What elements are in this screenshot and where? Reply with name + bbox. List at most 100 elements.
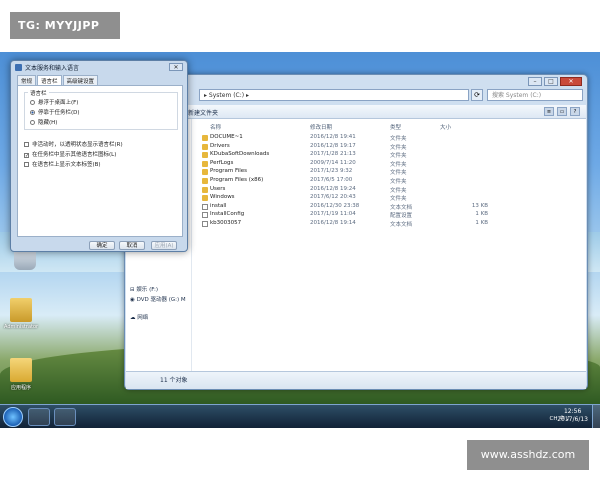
file-date: 2016/12/8 19:24 xyxy=(310,185,356,192)
explorer-window: – □ ✕ ▸ System (C:) ▸ ⟳ 搜索 System (C:) 新… xyxy=(124,74,588,390)
file-name: kb3003057 xyxy=(210,220,242,226)
radio-icon xyxy=(30,100,35,105)
overlay-watermark: www.asshdz.com xyxy=(467,440,589,470)
column-header-size[interactable]: 大小 xyxy=(440,123,451,131)
desktop-icon-user-folder[interactable]: Administrator xyxy=(4,298,38,330)
taskbar: CH 中 ♪ 12:56 2017/6/13 xyxy=(0,404,600,428)
check-transparent[interactable]: 非活动时，以透明状态显示语言栏(R) xyxy=(24,140,123,148)
keyboard-icon xyxy=(15,64,22,71)
user-folder-icon xyxy=(10,298,32,322)
file-date: 2017/6/5 17:00 xyxy=(310,177,353,183)
taskbar-clock[interactable]: 12:56 2017/6/13 xyxy=(557,408,588,424)
clock-date: 2017/6/13 xyxy=(557,416,588,423)
apply-button[interactable]: 应用(A) xyxy=(151,241,177,250)
check-text-labels[interactable]: 在语言栏上显示文本标签(B) xyxy=(24,160,101,168)
desktop-icon-label: Administrator xyxy=(4,324,39,330)
radio-selected-icon xyxy=(30,110,35,115)
option-float-desktop[interactable]: 悬浮于桌面上(F) xyxy=(30,98,78,106)
file-name: Program Files (x86) xyxy=(210,177,264,183)
folder-icon xyxy=(202,195,208,202)
nav-item-drive-g[interactable]: ◉ DVD 驱动器 (G:) M xyxy=(130,295,186,303)
file-date: 2017/1/23 9:32 xyxy=(310,168,353,175)
folder-icon xyxy=(202,160,208,167)
check-extra-icons[interactable]: ✓ 在任务栏中显示其他语言栏图标(L) xyxy=(24,150,116,159)
refresh-button[interactable]: ⟳ xyxy=(471,89,483,101)
column-header-type[interactable]: 类型 xyxy=(390,123,401,131)
page: TG: MYYJJPP Administrator 应用程序 – □ ✕ ▸ S… xyxy=(0,0,600,480)
file-name: install xyxy=(210,202,227,209)
file-type: 配置设置 xyxy=(390,213,413,220)
explorer-toolbar: 新建文件夹 ≡ ▭ ? xyxy=(126,105,586,119)
dialog-panel: 语言栏 悬浮于桌面上(F) 停靠于任务栏(D) 隐藏(H) 非活动时，以透明状态… xyxy=(17,85,183,237)
taskbar-media-button[interactable] xyxy=(54,408,76,426)
radio-icon xyxy=(30,120,35,125)
show-desktop-button[interactable] xyxy=(592,405,600,428)
file-date: 2017/6/12 20:43 xyxy=(310,194,356,201)
file-date: 2016/12/8 19:41 xyxy=(310,134,356,140)
preview-pane-icon[interactable]: ▭ xyxy=(557,107,567,116)
maximize-button[interactable]: □ xyxy=(544,77,558,86)
file-list: 名称 修改日期 类型 大小 DOCUME~1 2016/12/8 19:41 文件夹… xyxy=(196,119,584,371)
help-icon[interactable]: ? xyxy=(570,107,580,116)
file-name: InstallConfig xyxy=(210,211,245,218)
group-label: 语言栏 xyxy=(28,89,49,97)
column-header-name[interactable]: 名称 xyxy=(210,123,221,131)
file-type: 文件夹 xyxy=(390,196,407,203)
file-date: 2016/12/30 23:38 xyxy=(310,202,360,209)
file-type: 文本文档 xyxy=(390,222,413,228)
document-icon xyxy=(202,221,208,227)
file-row[interactable]: kb3003057 2016/12/8 19:14 文本文档 1 KB xyxy=(196,220,584,229)
tab-advanced-keys[interactable]: 高级键设置 xyxy=(62,75,99,85)
file-type: 文件夹 xyxy=(390,179,407,185)
file-type: 文件夹 xyxy=(390,170,407,177)
status-item-count: 11 个对象 xyxy=(160,377,188,384)
nav-item-drive-f[interactable]: ⊟ 娱乐 (F:) xyxy=(130,285,158,293)
view-controls: ≡ ▭ ? xyxy=(544,107,580,116)
address-bar[interactable]: ▸ System (C:) ▸ xyxy=(199,89,469,101)
file-name: Users xyxy=(210,185,226,192)
new-folder-button[interactable]: 新建文件夹 xyxy=(188,108,218,117)
taskbar-explorer-button[interactable] xyxy=(28,408,50,426)
status-bar: 11 个对象 xyxy=(126,371,586,389)
view-options-icon[interactable]: ≡ xyxy=(544,107,554,116)
file-size: 1 KB xyxy=(475,211,488,218)
tab-general[interactable]: 常规 xyxy=(17,75,37,85)
checkbox-icon xyxy=(24,142,29,147)
folder-icon xyxy=(202,169,208,176)
file-date: 2017/1/28 21:13 xyxy=(310,151,356,158)
dialog-title: 文本服务和输入语言 xyxy=(25,65,80,72)
address-text: System (C:) xyxy=(208,92,245,99)
folder-icon xyxy=(10,358,32,382)
folder-icon xyxy=(202,178,208,184)
folder-icon xyxy=(202,186,208,193)
ok-button[interactable]: 确定 xyxy=(89,241,115,250)
desktop-icon-label: 应用程序 xyxy=(10,385,31,391)
start-button[interactable] xyxy=(3,407,23,427)
option-dock-taskbar[interactable]: 停靠于任务栏(D) xyxy=(30,108,80,116)
folder-icon xyxy=(202,143,208,150)
file-type: 文件夹 xyxy=(390,161,407,168)
file-date: 2016/12/8 19:17 xyxy=(310,142,356,149)
option-hidden[interactable]: 隐藏(H) xyxy=(30,118,57,126)
file-date: 2009/7/14 11:20 xyxy=(310,159,356,166)
search-input[interactable]: 搜索 System (C:) xyxy=(487,89,583,101)
close-button[interactable]: ✕ xyxy=(560,77,582,86)
folder-icon xyxy=(202,152,208,159)
file-date: 2017/1/19 11:04 xyxy=(310,211,356,218)
nav-item-network[interactable]: ☁ 网络 xyxy=(130,313,148,321)
file-name: Drivers xyxy=(210,142,230,149)
cancel-button[interactable]: 取消 xyxy=(119,241,145,250)
minimize-button[interactable]: – xyxy=(528,77,542,86)
file-type: 文本文档 xyxy=(390,204,413,211)
file-date: 2016/12/8 19:14 xyxy=(310,220,356,226)
column-header-date[interactable]: 修改日期 xyxy=(310,123,332,131)
dialog-tabs: 常规 语言栏 高级键设置 xyxy=(17,75,99,86)
document-icon xyxy=(202,203,208,210)
overlay-tag: TG: MYYJJPP xyxy=(10,12,120,39)
checkbox-icon xyxy=(24,162,29,167)
file-name: PerfLogs xyxy=(210,159,234,166)
desktop-icon-apps[interactable]: 应用程序 xyxy=(4,358,38,391)
file-name: DOCUME~1 xyxy=(210,134,243,140)
column-headers: 名称 修改日期 类型 大小 xyxy=(196,123,584,133)
dialog-close-button[interactable]: ✕ xyxy=(169,63,183,71)
